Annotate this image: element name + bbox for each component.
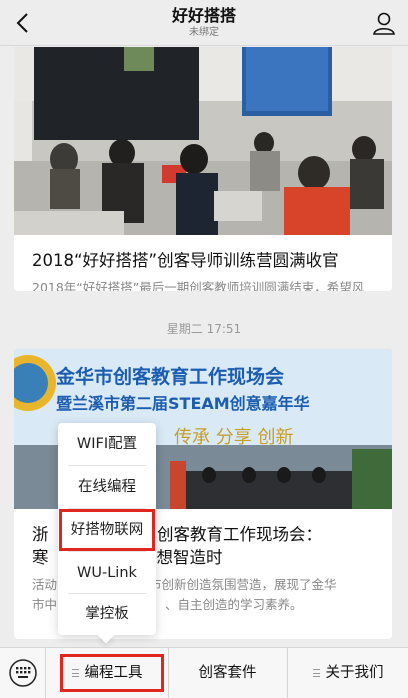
- banner-text-line1: 金华市创客教育工作现场会: [55, 365, 284, 388]
- article-title-line2-right: 想智造时: [156, 548, 223, 567]
- message-timestamp: 星期二 17:51: [166, 322, 242, 336]
- menu-item-online-coding[interactable]: 在线编程: [58, 466, 156, 508]
- article-desc-line2-right: 、自主创造的学习素养。: [165, 597, 303, 612]
- article-description: 2018年“好好搭搭”最后一期创客教师培训圆满结束，希望风暴式培训能为创客教师提…: [32, 280, 365, 291]
- article-title: 2018“好好搭搭”创客导师训练营圆满收官: [32, 251, 339, 270]
- tab-maker-kits[interactable]: 创客套件: [168, 648, 286, 698]
- tab-highlight-box: [60, 654, 164, 692]
- profile-icon[interactable]: [370, 9, 398, 37]
- keyboard-toggle[interactable]: [0, 648, 46, 698]
- banner-text-line2: 暨兰溪市第二届STEAM创意嘉年华: [56, 394, 310, 413]
- top-nav-bar: 好好搭搭 未绑定: [0, 0, 408, 46]
- article-photo-classroom: [14, 47, 392, 235]
- article-title-line2-left: 寒: [32, 548, 49, 567]
- banner-slogan: 传承 分享 创新: [174, 427, 293, 448]
- menu-item-wifi-config[interactable]: WIFI配置: [58, 423, 156, 465]
- tab-about-us[interactable]: 关于我们: [287, 648, 408, 698]
- menu-item-wu-link[interactable]: WU-Link: [58, 552, 156, 594]
- article-card[interactable]: 2018“好好搭搭”创客导师训练营圆满收官 2018年“好好搭搭”最后一期创客教…: [14, 47, 392, 291]
- article-title-line1-right: 华创客教育工作现场会：: [140, 525, 323, 544]
- article-desc-line1-left: 活动: [32, 577, 58, 592]
- article-desc-line2-left: 市中: [32, 597, 58, 612]
- tab-label: 创客套件: [198, 665, 257, 681]
- article-desc-line1-right: 市创新创造氛围营造，展现了金华: [149, 577, 337, 592]
- menu-item-control-board[interactable]: 掌控板: [58, 593, 156, 635]
- tab-label: 关于我们: [325, 665, 384, 681]
- article-title-line1-left: 浙: [32, 525, 49, 544]
- menu-item-iot[interactable]: 好搭物联网: [59, 509, 155, 551]
- keyboard-icon: [9, 659, 37, 687]
- menu-lines-icon: [312, 669, 320, 677]
- page-subtitle: 未绑定: [189, 27, 219, 38]
- page-title: 好好搭搭: [171, 6, 236, 25]
- submenu-popup: WIFI配置 在线编程 好搭物联网 WU-Link 掌控板: [58, 423, 156, 635]
- title-block: 好好搭搭 未绑定: [0, 5, 408, 39]
